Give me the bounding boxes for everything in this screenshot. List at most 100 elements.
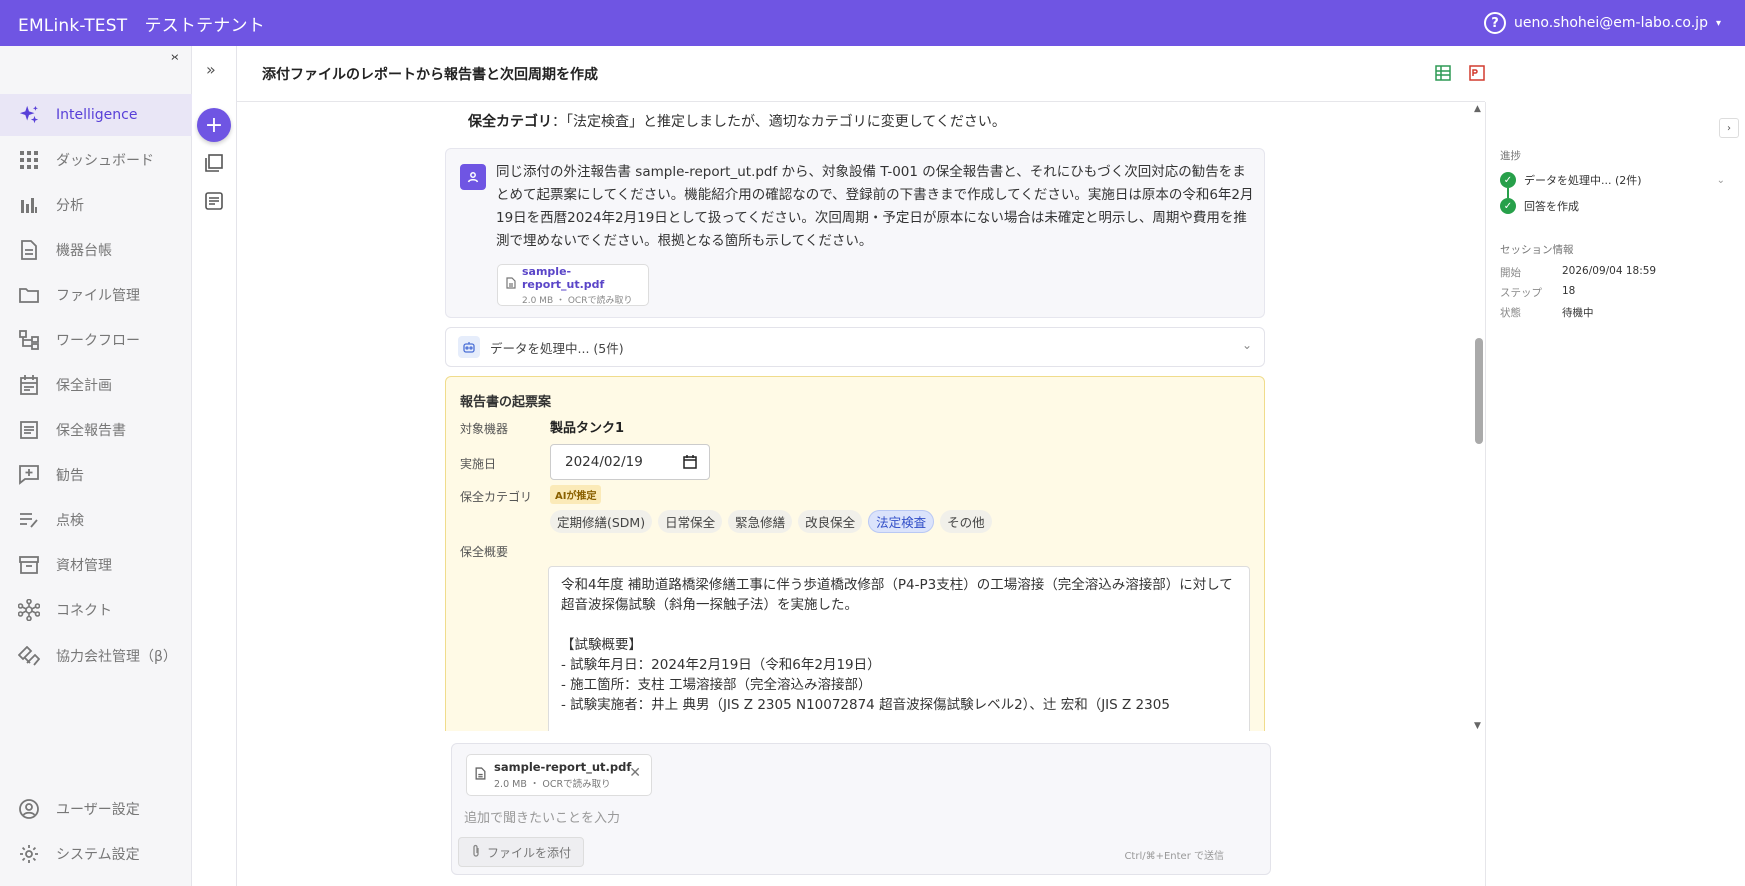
session-value: 2026/09/04 18:59: [1562, 265, 1657, 277]
attachment-meta: 2.0 MB ・ OCRで読み取り: [494, 779, 611, 790]
session-title: セッション情報: [1500, 244, 1574, 256]
chat-area: 保全カテゴリ：「法定検査」と推定しましたが、適切なカテゴリに変更してください。 …: [237, 102, 1472, 731]
ai-estimated-badge: AIが推定: [550, 485, 602, 504]
summary-textarea[interactable]: 令和4年度 補助道路橋梁修繕工事に伴う歩道橋改修部（P4-P3支柱）の工場溶接（…: [548, 566, 1250, 731]
chat-scrollbar[interactable]: ▲ ▼: [1472, 102, 1485, 731]
category-chip-other[interactable]: その他: [940, 510, 992, 533]
sidebar-item-workflow[interactable]: ワークフロー: [0, 319, 192, 361]
category-chip-daily[interactable]: 日常保全: [658, 510, 723, 533]
sidebar-item-equipment-ledger[interactable]: 機器台帳: [0, 229, 192, 271]
progress-step-label: 回答を作成: [1524, 200, 1579, 213]
sidebar-item-materials[interactable]: 資材管理: [0, 544, 192, 586]
session-value: 18: [1562, 285, 1576, 297]
send-hint: Ctrl/⌘+Enter で送信: [1124, 851, 1224, 862]
category-label: 保全カテゴリ: [460, 490, 533, 504]
calendar-icon: [18, 374, 40, 396]
user-message-text: 同じ添付の外注報告書 sample-report_ut.pdf から、対象設備 …: [496, 164, 1254, 249]
sidebar-item-label: ユーザー設定: [56, 802, 140, 818]
sidebar-item-label: 分析: [56, 198, 84, 214]
category-chip-improvement[interactable]: 改良保全: [798, 510, 863, 533]
sidebar-item-analysis[interactable]: 分析: [0, 184, 192, 226]
chevron-down-icon[interactable]: ⌄: [1242, 338, 1252, 352]
sidebar-item-connect[interactable]: コネクト: [0, 589, 192, 631]
advice-icon: [18, 464, 40, 486]
sidebar-item-partner-management[interactable]: 協力会社管理（β）: [0, 635, 192, 677]
sidebar-item-intelligence[interactable]: Intelligence: [0, 94, 192, 136]
processing-panel[interactable]: データを処理中... (5件) ⌄: [445, 327, 1265, 367]
sidebar-item-label: 保全計画: [56, 378, 112, 394]
session-key: ステップ: [1500, 287, 1542, 299]
sidebar-item-label: コネクト: [56, 603, 112, 619]
check-icon: ✓: [1500, 172, 1516, 188]
category-chip-legal-inspection[interactable]: 法定検査: [868, 510, 935, 533]
app-title: EMLink-TEST テストテナント: [18, 15, 265, 36]
progress-step: ✓ データを処理中... (2件): [1500, 172, 1642, 188]
new-session-button[interactable]: +: [197, 108, 231, 142]
gear-icon: [18, 843, 40, 865]
sidebar: ›‹ Intelligence ダッシュボード 分析 機器台帳 ファイル管理 ワ…: [0, 46, 192, 886]
session-value: 待機中: [1562, 307, 1594, 319]
message-attachment[interactable]: sample-report_ut.pdf 2.0 MB ・ OCRで読み取り: [497, 264, 649, 306]
sidebar-item-inspection[interactable]: 点検: [0, 499, 192, 541]
close-icon[interactable]: ✕: [629, 765, 641, 781]
chevron-down-icon[interactable]: ⌄: [1717, 175, 1725, 186]
report-icon: [18, 419, 40, 441]
user-email[interactable]: ueno.shohei@em-labo.co.jp: [1514, 15, 1708, 31]
workflow-icon: [18, 329, 40, 351]
date-input[interactable]: 2024/02/19: [550, 444, 710, 480]
network-icon: [18, 599, 40, 621]
chevron-down-icon[interactable]: ▾: [1716, 18, 1721, 29]
user-circle-icon: [18, 798, 40, 820]
sidebar-collapse-button[interactable]: ›‹: [171, 50, 180, 65]
attachment-filename: sample-report_ut.pdf: [494, 760, 632, 774]
report-title: 報告書の起票案: [460, 395, 552, 410]
page-header: 添付ファイルのレポートから報告書と次回周期を作成: [237, 46, 1485, 102]
progress-title: 進捗: [1500, 150, 1521, 162]
category-note-label: 保全カテゴリ: [468, 114, 552, 130]
scrollbar-thumb[interactable]: [1475, 338, 1483, 444]
check-icon: ✓: [1500, 198, 1516, 214]
user-message: 同じ添付の外注報告書 sample-report_ut.pdf から、対象設備 …: [445, 148, 1265, 318]
equipment-label: 対象機器: [460, 422, 509, 436]
category-chip-sdm[interactable]: 定期修繕(SDM): [550, 510, 653, 533]
sidebar-item-user-settings[interactable]: ユーザー設定: [0, 788, 192, 830]
sidebar-item-system-settings[interactable]: システム設定: [0, 833, 192, 875]
expand-icon[interactable]: »: [206, 60, 216, 79]
attach-file-button[interactable]: ファイルを添付: [458, 837, 584, 867]
user-menu[interactable]: ? ueno.shohei@em-labo.co.jp ▾: [1484, 12, 1721, 34]
processing-label: データを処理中... (5件): [490, 340, 624, 356]
category-chip-emergency[interactable]: 緊急修繕: [728, 510, 793, 533]
spreadsheet-export-icon[interactable]: [1435, 65, 1451, 85]
file-icon: [506, 277, 516, 293]
attach-file-label: ファイルを添付: [486, 845, 571, 860]
scroll-down-icon[interactable]: ▼: [1474, 721, 1481, 731]
sidebar-item-advice[interactable]: 勧告: [0, 454, 192, 496]
user-avatar-icon: [460, 164, 486, 190]
copy-icon[interactable]: [205, 154, 223, 176]
sidebar-item-maintenance-report[interactable]: 保全報告書: [0, 409, 192, 451]
history-icon[interactable]: [205, 192, 223, 214]
info-panel: › 進捗 ✓ データを処理中... (2件) ⌄ ✓ 回答を作成 セッション情報…: [1485, 102, 1745, 886]
paperclip-icon: [471, 844, 481, 861]
sidebar-item-label: Intelligence: [56, 107, 138, 123]
category-note: 保全カテゴリ：「法定検査」と推定しましたが、適切なカテゴリに変更してください。: [468, 111, 1006, 131]
sidebar-item-maintenance-plan[interactable]: 保全計画: [0, 364, 192, 406]
file-icon: [475, 766, 486, 784]
message-input[interactable]: 追加で聞きたいことを入力: [464, 807, 620, 826]
sidebar-item-file-management[interactable]: ファイル管理: [0, 274, 192, 316]
category-note-text: ：「法定検査」と推定しましたが、適切なカテゴリに変更してください。: [552, 114, 1006, 130]
calendar-icon[interactable]: [683, 455, 697, 473]
sidebar-item-label: ダッシュボード: [56, 153, 154, 169]
pdf-export-icon[interactable]: [1469, 65, 1485, 85]
archive-icon: [18, 554, 40, 576]
session-row: 開始 2026/09/04 18:59: [1500, 265, 1656, 280]
composer-attachment[interactable]: sample-report_ut.pdf 2.0 MB ・ OCRで読み取り ✕: [466, 754, 652, 796]
help-icon[interactable]: ?: [1484, 12, 1507, 34]
scroll-up-icon[interactable]: ▲: [1474, 104, 1481, 114]
robot-icon: [458, 336, 480, 358]
sidebar-item-dashboard[interactable]: ダッシュボード: [0, 139, 192, 181]
grid-icon: [18, 149, 40, 171]
session-key: 状態: [1500, 307, 1521, 319]
panel-toggle-button[interactable]: ›: [1719, 118, 1739, 138]
progress-step-label: データを処理中... (2件): [1524, 174, 1642, 187]
